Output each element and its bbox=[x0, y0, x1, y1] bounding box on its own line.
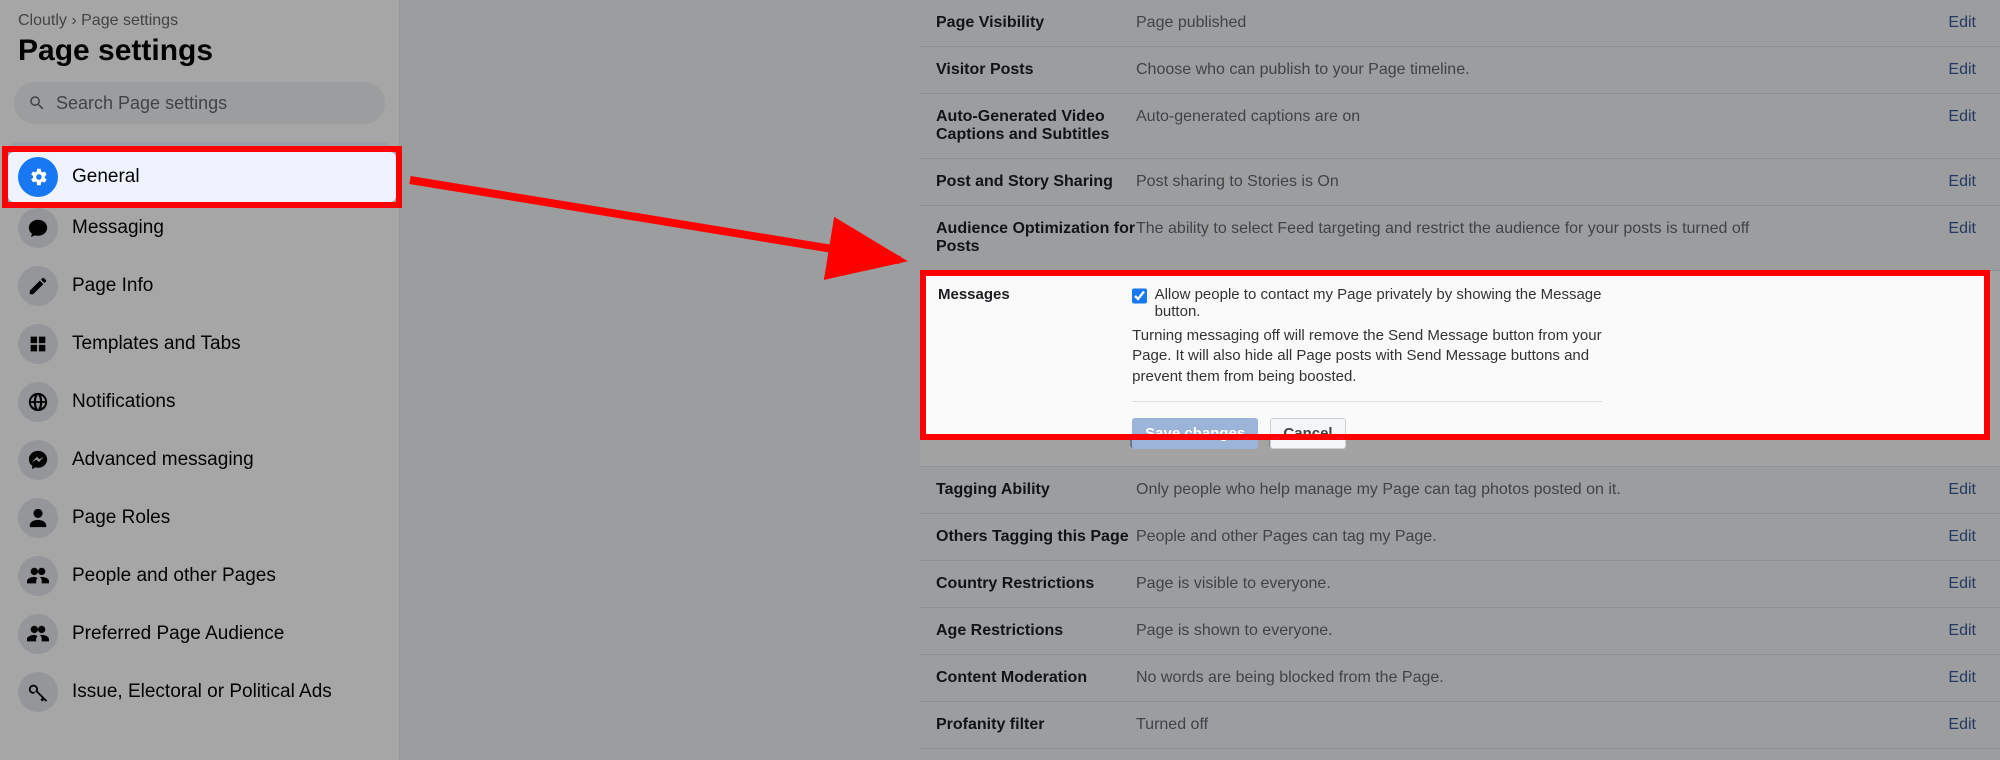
sidebar-item-label: Preferred Page Audience bbox=[72, 623, 284, 645]
setting-label: Auto-Generated Video Captions and Subtit… bbox=[936, 108, 1136, 144]
sidebar-item-label: Page Roles bbox=[72, 507, 170, 529]
setting-label: Content Moderation bbox=[936, 669, 1136, 687]
edit-link[interactable]: Edit bbox=[1948, 481, 1976, 499]
person-icon bbox=[18, 498, 58, 538]
setting-row: Country RestrictionsPage is visible to e… bbox=[920, 561, 2000, 608]
search-placeholder: Search Page settings bbox=[56, 93, 227, 114]
setting-desc: Post sharing to Stories is On bbox=[1136, 173, 1948, 191]
sidebar-nav: General Messaging Page Info Templates and T… bbox=[8, 142, 391, 720]
setting-label: Others Tagging this Page bbox=[936, 528, 1136, 546]
setting-row: Audience Optimization for PostsThe abili… bbox=[920, 206, 2000, 271]
setting-row: Content ModerationNo words are being blo… bbox=[920, 655, 2000, 702]
sidebar-item-preferred-page-audience[interactable]: Preferred Page Audience bbox=[8, 606, 391, 662]
key-icon bbox=[18, 672, 58, 712]
sidebar-item-advanced-messaging[interactable]: Advanced messaging bbox=[8, 432, 391, 488]
sidebar-item-page-roles[interactable]: Page Roles bbox=[8, 490, 391, 546]
messages-detail: Turning messaging off will remove the Se… bbox=[1132, 326, 1602, 402]
setting-row: Age RestrictionsPage is shown to everyon… bbox=[920, 608, 2000, 655]
highlight-cutout-messages: Messages Allow people to contact my Page… bbox=[926, 276, 1984, 434]
setting-desc: Only people who help manage my Page can … bbox=[1136, 481, 1948, 499]
setting-desc: Page is shown to everyone. bbox=[1136, 622, 1948, 640]
setting-desc: No words are being blocked from the Page… bbox=[1136, 669, 1948, 687]
sidebar-item-label: Messaging bbox=[72, 217, 164, 239]
setting-desc: Choose who can publish to your Page time… bbox=[1136, 61, 1948, 79]
setting-row: Similar Page SuggestionsChoose whether y… bbox=[920, 749, 2000, 760]
edit-link[interactable]: Edit bbox=[1948, 528, 1976, 546]
sidebar-item-templates-and-tabs[interactable]: Templates and Tabs bbox=[8, 316, 391, 372]
edit-link[interactable]: Edit bbox=[1948, 669, 1976, 687]
setting-label: Post and Story Sharing bbox=[936, 173, 1136, 191]
setting-desc: The ability to select Feed targeting and… bbox=[1136, 220, 1948, 256]
edit-link[interactable]: Edit bbox=[1948, 716, 1976, 734]
people-icon bbox=[18, 614, 58, 654]
sidebar-item-label: Issue, Electoral or Political Ads bbox=[72, 681, 332, 703]
messages-checkbox-text: Allow people to contact my Page privatel… bbox=[1155, 286, 1603, 320]
setting-desc: Page published bbox=[1136, 14, 1948, 32]
sidebar-item-people-and-other-pages[interactable]: People and other Pages bbox=[8, 548, 391, 604]
highlight-cutout-general: General bbox=[8, 152, 396, 202]
sidebar-item-label: Advanced messaging bbox=[72, 449, 254, 471]
messages-label: Messages bbox=[938, 286, 1128, 303]
grid-icon bbox=[18, 324, 58, 364]
people-icon bbox=[18, 556, 58, 596]
search-icon bbox=[28, 94, 46, 112]
setting-label: Profanity filter bbox=[936, 716, 1136, 734]
setting-row: Page VisibilityPage publishedEdit bbox=[920, 0, 2000, 47]
setting-row: Visitor PostsChoose who can publish to y… bbox=[920, 47, 2000, 94]
edit-link[interactable]: Edit bbox=[1948, 14, 1976, 32]
sidebar-item-label: Notifications bbox=[72, 391, 176, 413]
cancel-button[interactable]: Cancel bbox=[1270, 418, 1345, 449]
setting-label: Age Restrictions bbox=[936, 622, 1136, 640]
setting-desc: People and other Pages can tag my Page. bbox=[1136, 528, 1948, 546]
setting-label: Audience Optimization for Posts bbox=[936, 220, 1136, 256]
page-title: Page settings bbox=[8, 32, 391, 82]
sidebar-item-label: Page Info bbox=[72, 275, 153, 297]
setting-row: Others Tagging this PagePeople and other… bbox=[920, 514, 2000, 561]
edit-link[interactable]: Edit bbox=[1948, 622, 1976, 640]
setting-desc: Page is visible to everyone. bbox=[1136, 575, 1948, 593]
messages-checkbox[interactable] bbox=[1132, 288, 1146, 304]
breadcrumb: Cloutly › Page settings bbox=[8, 12, 391, 32]
edit-link[interactable]: Edit bbox=[1948, 220, 1976, 256]
sidebar-item-label: General bbox=[72, 166, 140, 188]
sidebar-item-label: Templates and Tabs bbox=[72, 333, 241, 355]
setting-desc: Auto-generated captions are on bbox=[1136, 108, 1948, 144]
sidebar-item-messaging[interactable]: Messaging bbox=[8, 200, 391, 256]
search-input[interactable]: Search Page settings bbox=[14, 82, 385, 124]
setting-row: Tagging AbilityOnly people who help mana… bbox=[920, 467, 2000, 514]
setting-row: Post and Story SharingPost sharing to St… bbox=[920, 159, 2000, 206]
pencil-icon bbox=[18, 266, 58, 306]
annotation-arrow bbox=[400, 140, 920, 280]
edit-link[interactable]: Edit bbox=[1948, 61, 1976, 79]
sidebar-item-label: People and other Pages bbox=[72, 565, 276, 587]
sidebar: Cloutly › Page settings Page settings Se… bbox=[0, 0, 400, 760]
edit-link[interactable]: Edit bbox=[1948, 173, 1976, 191]
sidebar-item-page-info[interactable]: Page Info bbox=[8, 258, 391, 314]
messenger-icon bbox=[18, 440, 58, 480]
setting-label: Country Restrictions bbox=[936, 575, 1136, 593]
setting-label: Tagging Ability bbox=[936, 481, 1136, 499]
sidebar-item-notifications[interactable]: Notifications bbox=[8, 374, 391, 430]
edit-link[interactable]: Edit bbox=[1948, 108, 1976, 144]
gear-icon bbox=[18, 157, 58, 197]
globe-icon bbox=[18, 382, 58, 422]
setting-label: Visitor Posts bbox=[936, 61, 1136, 79]
setting-row: Auto-Generated Video Captions and Subtit… bbox=[920, 94, 2000, 159]
setting-desc: Turned off bbox=[1136, 716, 1948, 734]
setting-row: Profanity filterTurned offEdit bbox=[920, 702, 2000, 749]
setting-label: Page Visibility bbox=[936, 14, 1136, 32]
chat-icon bbox=[18, 208, 58, 248]
save-changes-button[interactable]: Save changes bbox=[1132, 418, 1258, 449]
edit-link[interactable]: Edit bbox=[1948, 575, 1976, 593]
sidebar-item-issue-electoral-or-political-ads[interactable]: Issue, Electoral or Political Ads bbox=[8, 664, 391, 720]
